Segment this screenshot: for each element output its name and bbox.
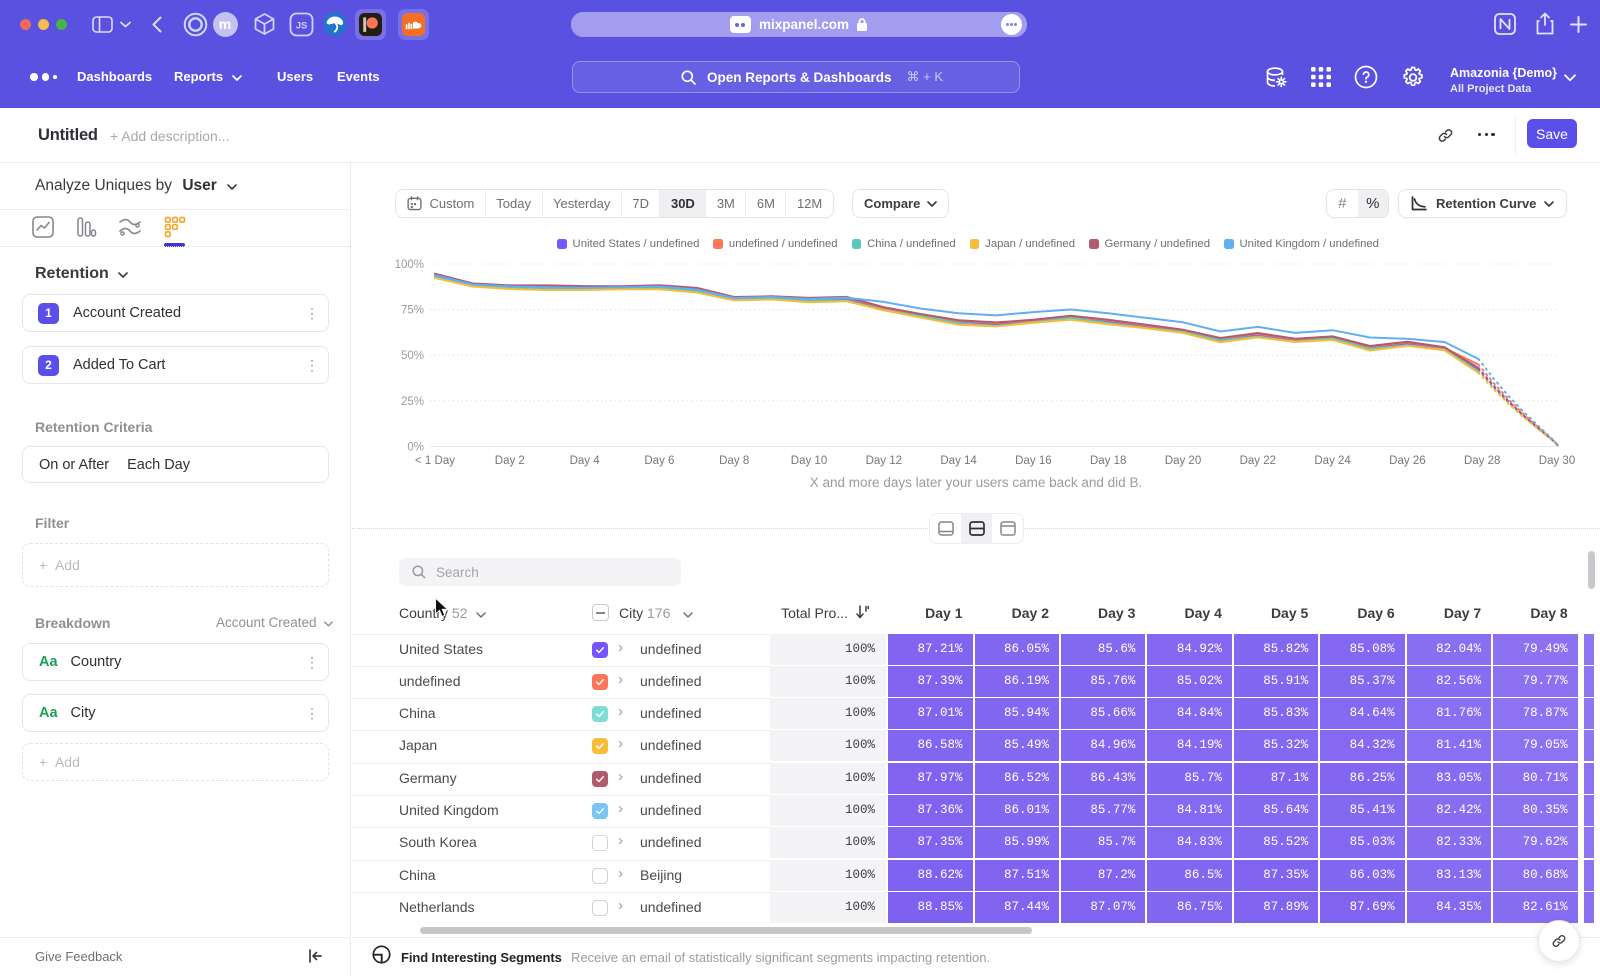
svg-text:100%: 100% — [395, 259, 424, 271]
svg-text:Day 20: Day 20 — [1165, 455, 1201, 467]
svg-text:Day 28: Day 28 — [1464, 455, 1500, 467]
svg-text:50%: 50% — [401, 350, 424, 362]
svg-text:Day 10: Day 10 — [791, 455, 827, 467]
svg-text:Day 26: Day 26 — [1389, 455, 1425, 467]
svg-text:75%: 75% — [401, 305, 424, 317]
svg-text:0%: 0% — [407, 442, 424, 454]
svg-text:Day 18: Day 18 — [1090, 455, 1126, 467]
svg-text:JS: JS — [295, 20, 307, 31]
svg-text:Day 4: Day 4 — [570, 455, 601, 467]
svg-text:< 1 Day: < 1 Day — [415, 455, 455, 467]
svg-text:Day 14: Day 14 — [940, 455, 977, 467]
svg-text:Day 16: Day 16 — [1015, 455, 1051, 467]
svg-text:Day 22: Day 22 — [1240, 455, 1276, 467]
svg-text:Day 30: Day 30 — [1539, 455, 1575, 467]
svg-text:Day 24: Day 24 — [1314, 455, 1351, 467]
svg-text:Day 8: Day 8 — [719, 455, 749, 467]
svg-text:Day 2: Day 2 — [495, 455, 525, 467]
svg-text:Day 6: Day 6 — [644, 455, 674, 467]
svg-text:25%: 25% — [401, 396, 424, 408]
svg-text:Day 12: Day 12 — [866, 455, 902, 467]
